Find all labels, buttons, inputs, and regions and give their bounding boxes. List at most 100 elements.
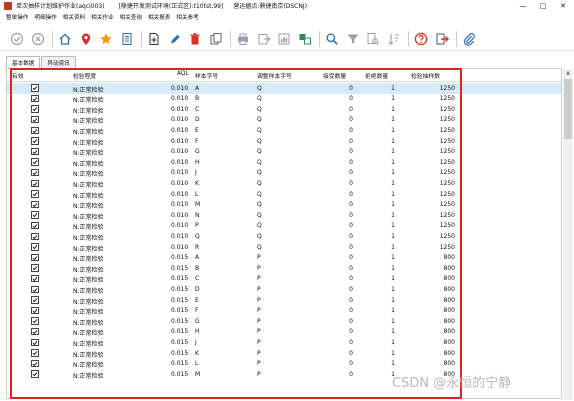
table-row[interactable]: N:正常检验 0.010 C Q 0 1 1250 — [7, 104, 561, 115]
column-header-reject-qty[interactable]: 拒绝数量 — [365, 71, 388, 80]
table-row[interactable]: N:正常检验 0.015 A P 0 1 800 — [7, 253, 561, 264]
exit-button[interactable] — [433, 30, 451, 48]
export-button[interactable] — [255, 30, 273, 48]
table-row[interactable]: N:正常检验 0.015 K P 0 1 800 — [7, 348, 561, 359]
valid-checkbox[interactable] — [31, 264, 39, 272]
column-header-adjusted-sample-code[interactable]: 调整样本字号 — [257, 71, 292, 80]
valid-checkbox[interactable] — [31, 253, 39, 262]
location-pin-button[interactable] — [77, 30, 95, 48]
table-row[interactable]: N:正常检验 0.015 C P 0 1 800 — [7, 274, 561, 285]
valid-checkbox[interactable] — [31, 158, 39, 166]
window-title-site: 营运据点:鼎捷南京(DSCNJ) — [233, 3, 307, 10]
column-header-inspection-level[interactable]: 检验程度 — [73, 71, 96, 80]
valid-checkbox[interactable] — [31, 115, 39, 124]
menu-detail-ops[interactable]: 明细操作 — [34, 13, 56, 21]
help-button[interactable] — [412, 30, 430, 48]
tab-basic-data[interactable]: 基本数据 — [6, 56, 41, 68]
menu-document-ops[interactable]: 整单操作 — [6, 13, 28, 21]
menu-related-jobs[interactable]: 相关作业 — [91, 13, 113, 21]
valid-checkbox[interactable] — [31, 370, 39, 378]
table-row[interactable]: N:正常检验 0.010 D Q 0 1 1250 — [7, 115, 561, 126]
table-row[interactable]: N:正常检验 0.010 L Q 0 1 1250 — [7, 189, 561, 200]
valid-checkbox[interactable] — [31, 338, 39, 347]
valid-checkbox[interactable] — [31, 94, 39, 103]
valid-checkbox[interactable] — [31, 274, 39, 283]
valid-checkbox[interactable] — [31, 285, 39, 294]
edit-button[interactable] — [166, 30, 184, 48]
valid-checkbox[interactable] — [31, 317, 39, 325]
valid-checkbox[interactable] — [31, 349, 39, 357]
valid-checkbox[interactable] — [31, 147, 39, 156]
table-row[interactable]: N:正常检验 0.015 L P 0 1 800 — [7, 359, 561, 370]
tab-change-info[interactable]: 异动资讯 — [41, 56, 76, 68]
scrollbar-thumb[interactable] — [564, 79, 572, 139]
table-row[interactable]: N:正常检验 0.010 M Q 0 1 1250 — [7, 200, 561, 211]
confirm-button[interactable] — [8, 30, 26, 48]
table-row[interactable]: N:正常检验 0.010 P Q 0 1 1250 — [7, 221, 561, 232]
menu-related-query[interactable]: 相关查询 — [120, 13, 142, 21]
minimize-button[interactable]: — — [516, 0, 530, 11]
column-header-valid[interactable]: 有效 — [12, 71, 24, 80]
menu-related-report[interactable]: 相关报表 — [148, 13, 170, 21]
table-row[interactable]: N:正常检验 0.010 J Q 0 1 1250 — [7, 168, 561, 179]
valid-checkbox[interactable] — [31, 211, 39, 219]
menu-related-reference[interactable]: 相关参考 — [176, 13, 198, 21]
close-button[interactable]: ✕ — [556, 0, 570, 11]
print-button[interactable] — [234, 30, 252, 48]
sort-button[interactable] — [385, 30, 403, 48]
valid-checkbox[interactable] — [31, 200, 39, 209]
delete-button[interactable] — [186, 30, 204, 48]
valid-checkbox[interactable] — [31, 126, 39, 135]
table-row[interactable]: N:正常检验 0.015 E P 0 1 800 — [7, 295, 561, 306]
home-button[interactable] — [56, 30, 74, 48]
table-row[interactable]: N:正常检验 0.015 F P 0 1 800 — [7, 306, 561, 317]
copy-button[interactable] — [207, 30, 225, 48]
scroll-up-icon[interactable]: ▲ — [565, 70, 571, 76]
table-row[interactable]: N:正常检验 0.010 G Q 0 1 1250 — [7, 147, 561, 158]
maximize-button[interactable]: □ — [536, 0, 550, 11]
column-header-sample-code[interactable]: 样本字号 — [195, 71, 218, 80]
valid-checkbox[interactable] — [31, 137, 39, 145]
valid-checkbox[interactable] — [31, 296, 39, 304]
column-header-sample-size[interactable]: 检验抽样数 — [411, 71, 440, 80]
table-row[interactable]: N:正常检验 0.015 J P 0 1 800 — [7, 337, 561, 348]
table-row[interactable]: N:正常检验 0.015 D P 0 1 800 — [7, 284, 561, 295]
table-row[interactable]: N:正常检验 0.010 E Q 0 1 1250 — [7, 125, 561, 136]
table-row[interactable]: N:正常检验 0.010 N Q 0 1 1250 — [7, 210, 561, 221]
valid-checkbox[interactable] — [31, 306, 39, 315]
query-button[interactable] — [296, 30, 314, 48]
star-button[interactable] — [97, 30, 115, 48]
menu-related-data[interactable]: 相关资料 — [63, 13, 85, 21]
valid-checkbox[interactable] — [31, 232, 39, 241]
document-search-button[interactable] — [364, 30, 382, 48]
valid-checkbox[interactable] — [31, 243, 39, 251]
table-row[interactable]: N:正常检验 0.015 H P 0 1 800 — [7, 327, 561, 338]
valid-checkbox[interactable] — [31, 190, 39, 198]
list-button[interactable] — [118, 30, 136, 48]
cancel-button[interactable] — [29, 30, 47, 48]
table-row[interactable]: N:正常检验 0.010 R Q 0 1 1250 — [7, 242, 561, 253]
table-row[interactable]: N:正常检验 0.010 F Q 0 1 1250 — [7, 136, 561, 147]
report-button[interactable] — [275, 30, 293, 48]
table-row[interactable]: N:正常检验 0.010 A Q 0 1 1250 — [7, 83, 561, 94]
valid-checkbox[interactable] — [31, 221, 39, 230]
valid-checkbox[interactable] — [31, 105, 39, 113]
table-row[interactable]: N:正常检验 0.010 H Q 0 1 1250 — [7, 157, 561, 168]
attachment-button[interactable] — [460, 30, 478, 48]
valid-checkbox[interactable] — [31, 359, 39, 368]
column-header-accept-qty[interactable]: 接受数量 — [323, 71, 346, 80]
table-row[interactable]: N:正常检验 0.010 Q Q 0 1 1250 — [7, 231, 561, 242]
table-row[interactable]: N:正常检验 0.015 B P 0 1 800 — [7, 263, 561, 274]
vertical-scrollbar[interactable]: ▲ — [563, 69, 573, 400]
filter-button[interactable] — [344, 30, 362, 48]
column-header-aql[interactable]: AQL — [177, 71, 189, 77]
valid-checkbox[interactable] — [31, 84, 39, 92]
valid-checkbox[interactable] — [31, 168, 39, 177]
valid-checkbox[interactable] — [31, 179, 39, 188]
table-row[interactable]: N:正常检验 0.010 K Q 0 1 1250 — [7, 178, 561, 189]
table-row[interactable]: N:正常检验 0.015 G P 0 1 800 — [7, 316, 561, 327]
new-button[interactable] — [145, 30, 163, 48]
valid-checkbox[interactable] — [31, 327, 39, 336]
table-row[interactable]: N:正常检验 0.010 B Q 0 1 1250 — [7, 94, 561, 105]
search-button[interactable] — [323, 30, 341, 48]
